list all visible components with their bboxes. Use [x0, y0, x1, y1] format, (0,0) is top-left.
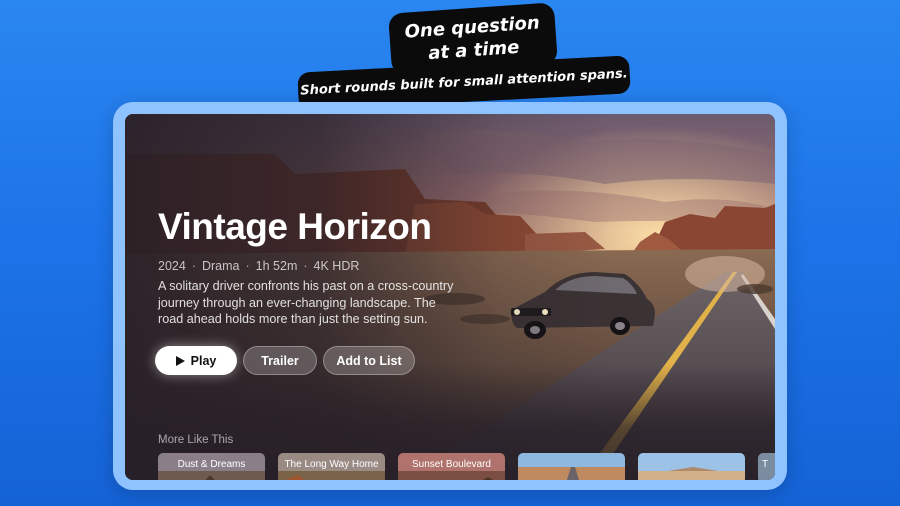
add-to-list-button[interactable]: Add to List — [323, 346, 415, 375]
more-like-this-heading: More Like This — [158, 434, 234, 446]
recommendation-card[interactable]: T — [758, 453, 775, 480]
device-frame: Vintage Horizon 2024 · Drama · 1h 52m · … — [113, 102, 787, 490]
tv-screen: Vintage Horizon 2024 · Drama · 1h 52m · … — [125, 114, 775, 480]
card-title: The Long Way Home — [284, 459, 379, 470]
meta-separator: · — [245, 259, 250, 273]
meta-separator: · — [191, 259, 196, 273]
play-button[interactable]: Play — [155, 346, 237, 375]
movie-description: A solitary driver confronts his past on … — [158, 279, 454, 326]
meta-genre: Drama — [201, 259, 240, 273]
meta-separator: · — [303, 259, 308, 273]
recommendation-card[interactable]: Dust & Dreams — [158, 453, 265, 480]
recommendation-card[interactable]: The Long Way Home — [278, 453, 385, 480]
movie-title: Vintage Horizon — [158, 206, 432, 247]
more-like-this-rail: Dust & Dreams The Long Way Home Sunset B… — [158, 453, 775, 480]
recommendation-card[interactable]: Sunset Boulevard — [398, 453, 505, 480]
card-title: T — [762, 459, 769, 470]
movie-meta: 2024 · Drama · 1h 52m · 4K HDR — [158, 259, 359, 273]
card-title: Sunset Boulevard — [412, 459, 491, 470]
play-icon — [175, 355, 185, 366]
card-title: Dust & Dreams — [177, 459, 246, 470]
recommendation-card[interactable] — [518, 453, 625, 480]
trailer-button[interactable]: Trailer — [243, 346, 317, 375]
meta-runtime: 1h 52m — [255, 259, 298, 273]
meta-year: 2024 — [158, 259, 186, 273]
meta-quality: 4K HDR — [313, 259, 360, 273]
card-thumbnail — [638, 453, 745, 480]
play-button-label: Play — [190, 353, 217, 368]
recommendation-card[interactable] — [638, 453, 745, 480]
card-thumbnail — [518, 453, 625, 480]
